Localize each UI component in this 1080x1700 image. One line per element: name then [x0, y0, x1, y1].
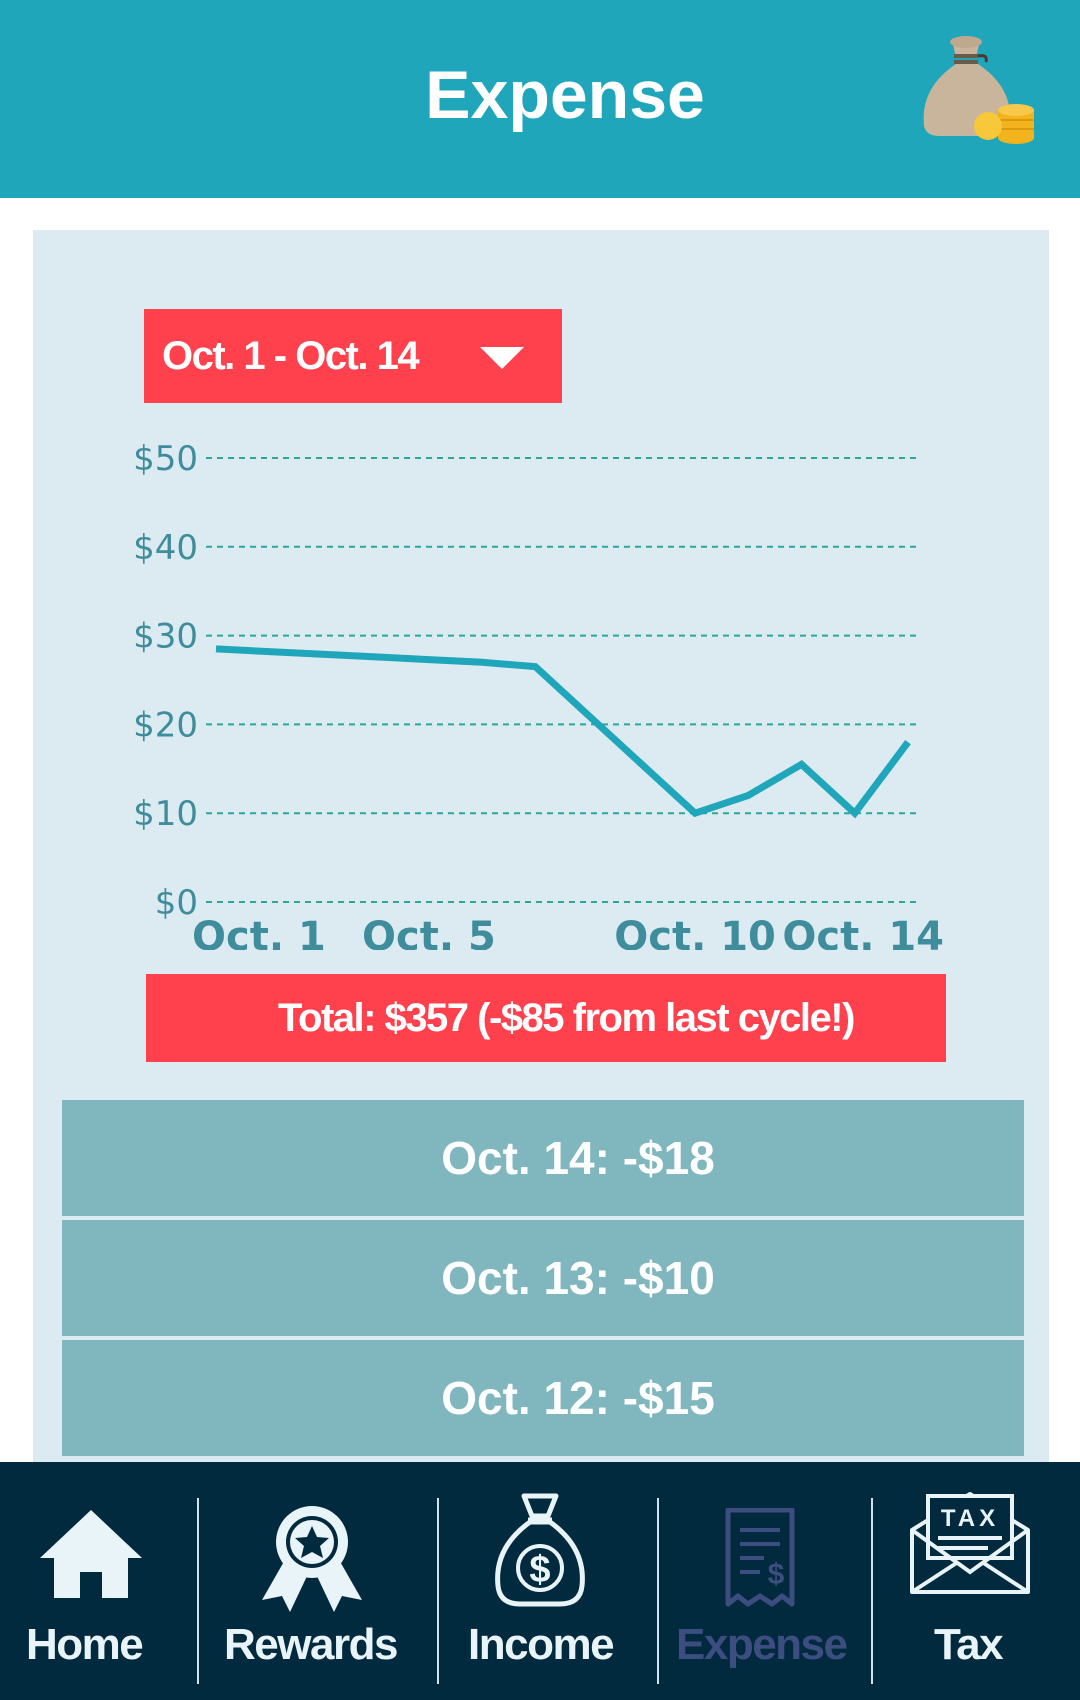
nav-item-expense[interactable]: $ Expense	[660, 1462, 872, 1700]
date-range-dropdown[interactable]: Oct. 1 - Oct. 14	[144, 309, 562, 403]
nav-divider	[437, 1498, 439, 1684]
transaction-label: Oct. 13: -$10	[441, 1252, 715, 1304]
svg-text:TAX: TAX	[941, 1505, 999, 1532]
receipt-icon: $	[725, 1508, 795, 1607]
app-header: Expense	[0, 0, 1080, 198]
nav-label-tax: Tax	[934, 1620, 1004, 1669]
nav-item-tax[interactable]: TAX Tax	[874, 1462, 1080, 1700]
y-tick-label: $10	[133, 794, 198, 834]
home-icon	[40, 1510, 142, 1598]
y-tick-label: $30	[133, 617, 198, 657]
nav-divider	[657, 1498, 659, 1684]
transaction-item[interactable]: Oct. 14: -$18	[62, 1100, 1024, 1216]
money-bag-icon	[923, 36, 1034, 144]
tax-envelope-icon: TAX	[910, 1492, 1030, 1594]
transaction-item[interactable]: Oct. 13: -$10	[62, 1220, 1024, 1336]
nav-divider	[871, 1498, 873, 1684]
chevron-down-icon	[480, 347, 524, 369]
y-tick-label: $50	[133, 439, 198, 479]
x-tick-label: Oct. 1	[192, 914, 326, 950]
nav-item-income[interactable]: $ Income	[440, 1462, 658, 1700]
nav-item-rewards[interactable]: Rewards	[200, 1462, 438, 1700]
expense-line-chart: $0$10$20$30$40$50 Oct. 1 Oct. 5 Oct. 10 Oct…	[133, 439, 944, 950]
svg-text:$: $	[768, 1558, 785, 1591]
x-tick-label: Oct. 14	[782, 914, 944, 950]
money-bag-dollar-icon: $	[495, 1493, 585, 1607]
transaction-list: Oct. 14: -$18 Oct. 13: -$10 Oct. 12: -$1…	[62, 1100, 1024, 1460]
svg-text:$: $	[529, 1549, 550, 1591]
x-tick-label: Oct. 5	[362, 914, 496, 950]
y-tick-label: $40	[133, 528, 198, 568]
transaction-label: Oct. 12: -$15	[441, 1372, 715, 1424]
transaction-label: Oct. 14: -$18	[441, 1132, 715, 1184]
nav-label-rewards: Rewards	[224, 1620, 398, 1669]
date-range-label: Oct. 1 - Oct. 14	[162, 333, 420, 378]
x-tick-label: Oct. 10	[614, 914, 776, 950]
series-line	[215, 645, 911, 819]
nav-label-expense: Expense	[676, 1620, 848, 1669]
nav-divider	[197, 1498, 199, 1684]
total-summary-text: Total: $357 (-$85 from last cycle!)	[278, 995, 855, 1040]
rewards-badge-icon	[262, 1506, 362, 1612]
bottom-nav: Home Rewards $ Income $ Expense TAX Tax	[0, 1462, 1080, 1700]
nav-item-home[interactable]: Home	[0, 1462, 198, 1700]
total-summary: Total: $357 (-$85 from last cycle!)	[146, 974, 946, 1062]
nav-label-home: Home	[26, 1620, 144, 1669]
y-tick-label: $20	[133, 705, 198, 745]
transaction-item[interactable]: Oct. 12: -$15	[62, 1340, 1024, 1456]
nav-label-income: Income	[468, 1620, 615, 1669]
